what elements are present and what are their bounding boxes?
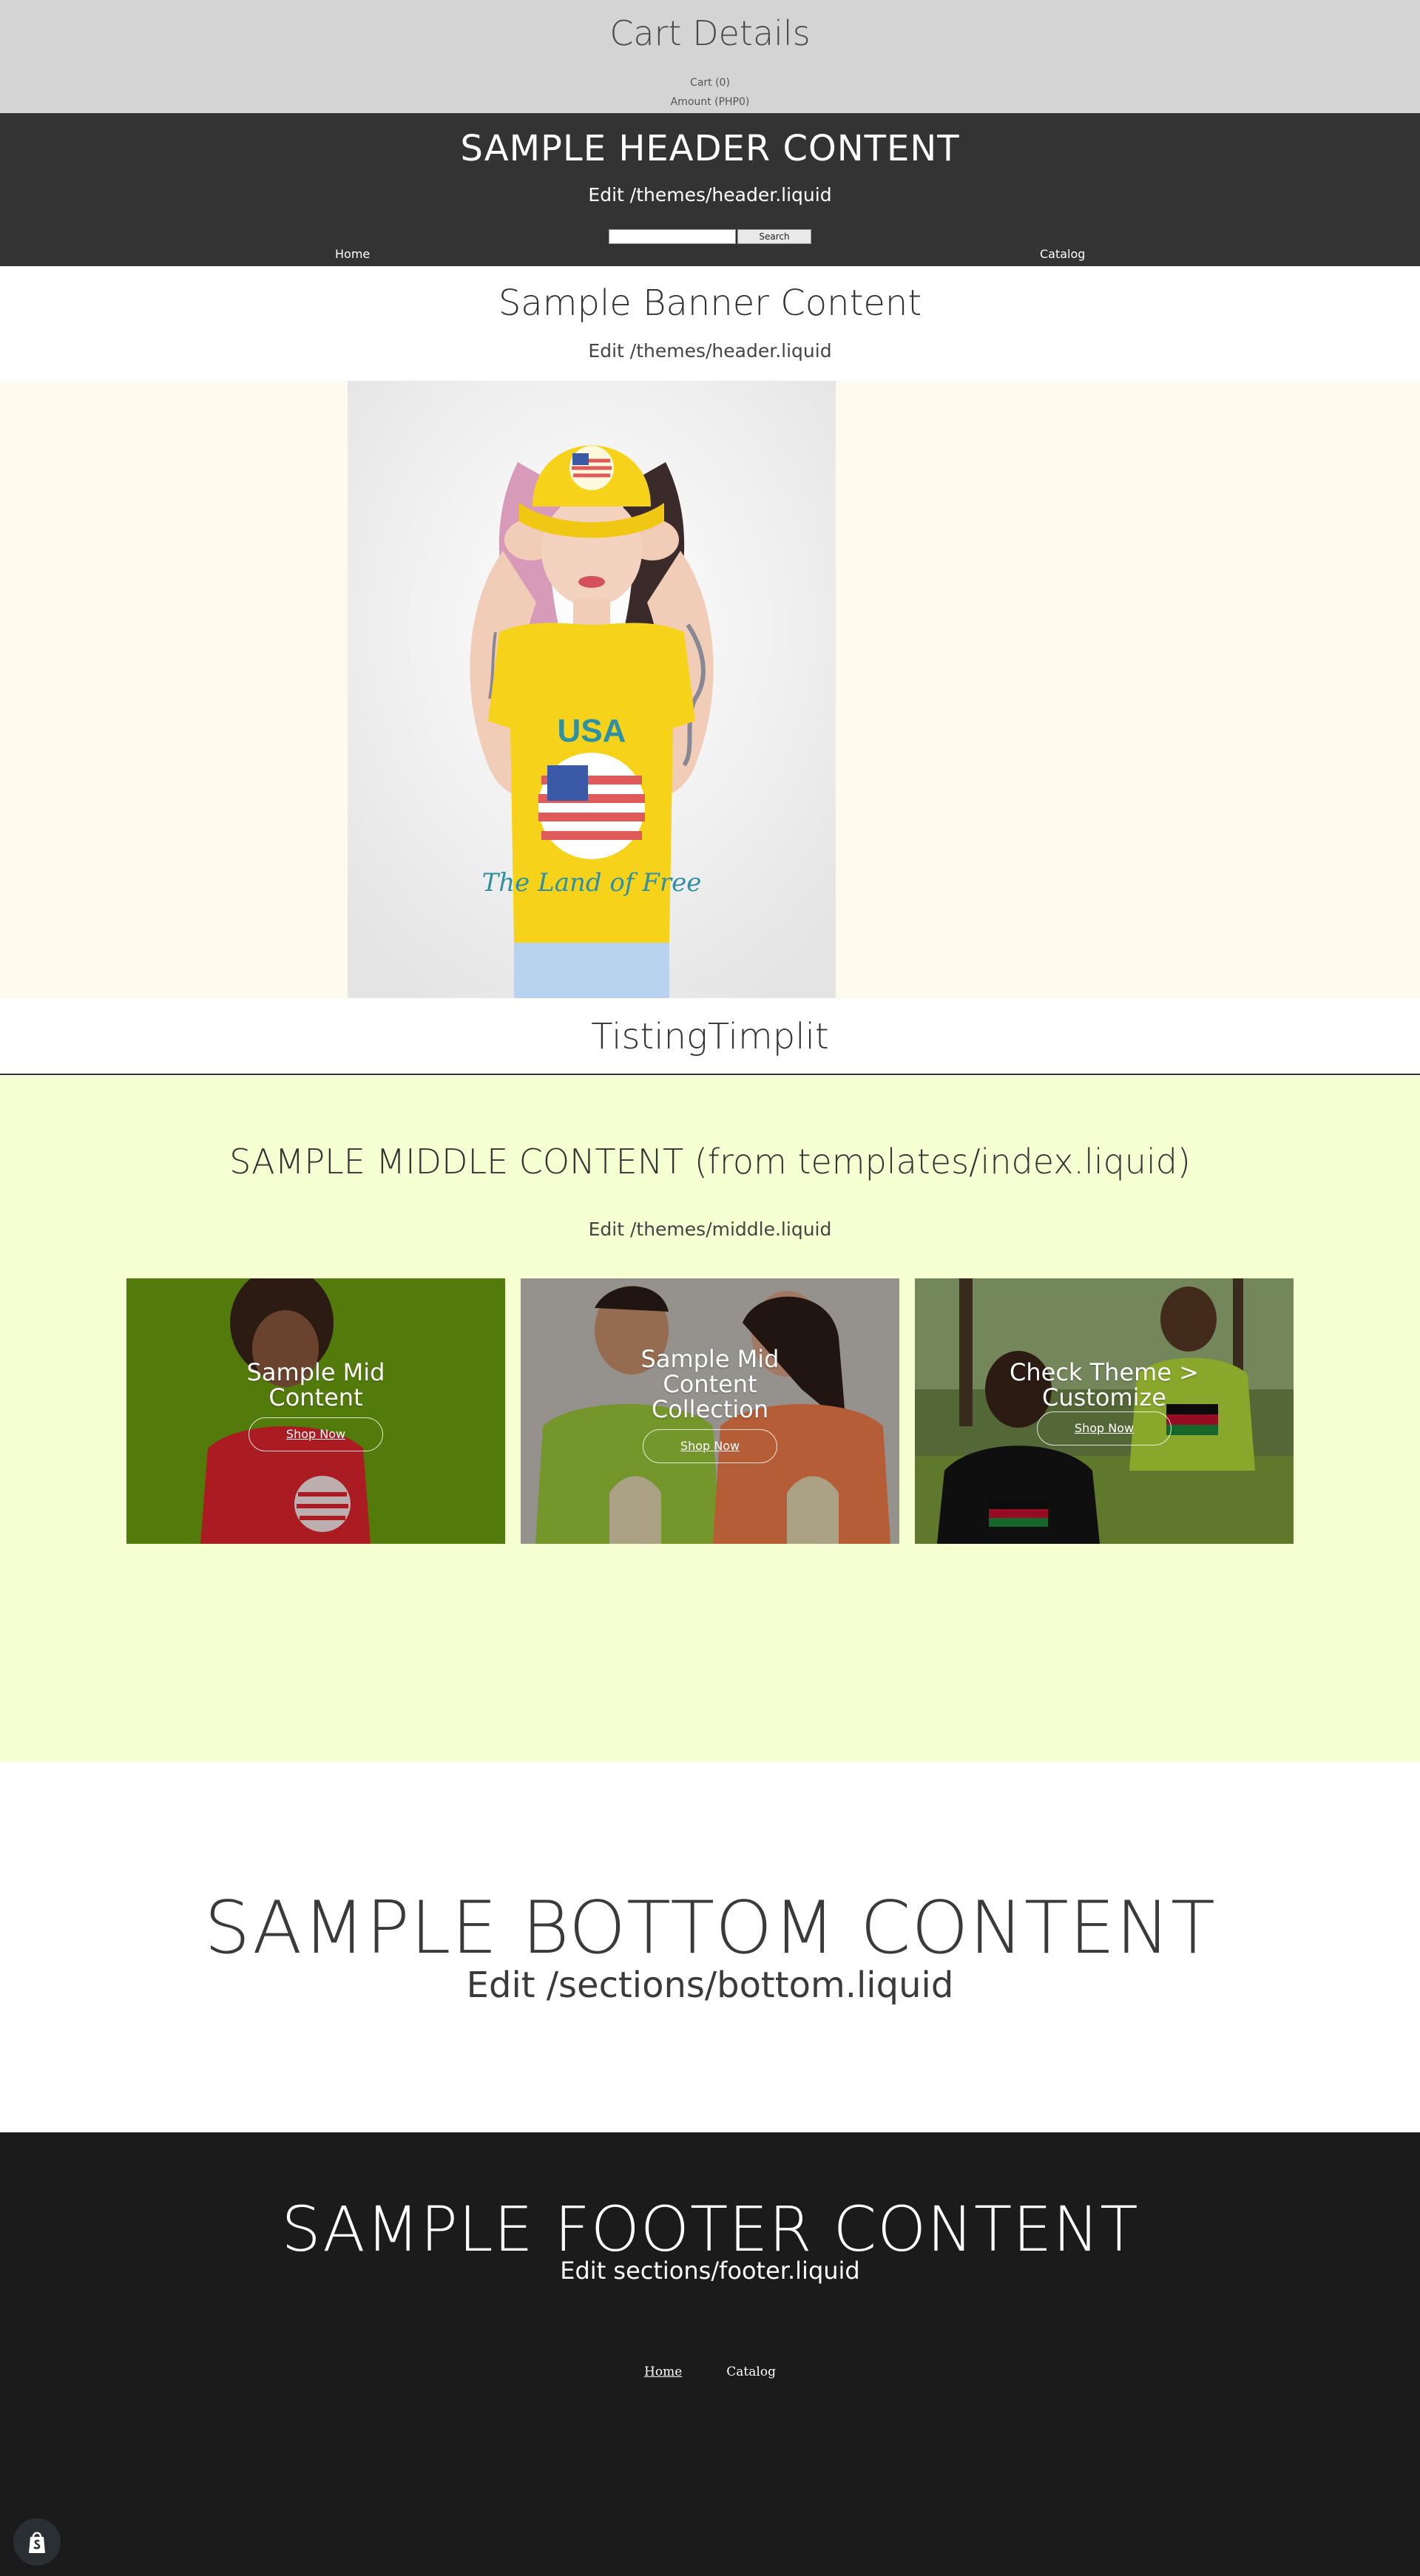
footer-home-link[interactable]: Home [644, 2365, 682, 2379]
middle-subtitle: Edit /themes/middle.liquid [588, 1218, 832, 1240]
card-3-title-line1: Check Theme > [1010, 1358, 1199, 1386]
middle-title: SAMPLE MIDDLE CONTENT (from templates/in… [229, 1142, 1191, 1182]
card-3-title: Check Theme > Customize [915, 1360, 1294, 1410]
card-2-title-line1: Sample Mid [640, 1345, 780, 1373]
cart-title: Cart Details [609, 13, 811, 53]
bottom-section: SAMPLE BOTTOM CONTENT Edit /sections/bot… [0, 1762, 1420, 2132]
svg-text:USA: USA [558, 713, 626, 749]
nav-catalog-link[interactable]: Catalog [1040, 247, 1085, 261]
card-2-shop-now-button[interactable]: Shop Now [643, 1429, 777, 1463]
footer-nav: Home Catalog [0, 2365, 1420, 2379]
card-3-shop-now-button[interactable]: Shop Now [1037, 1411, 1172, 1445]
collection-card-2[interactable]: Sample Mid Content Collection Shop Now [521, 1278, 899, 1544]
nav-home-link[interactable]: Home [335, 247, 370, 261]
search-input[interactable] [609, 229, 736, 244]
site-footer: SAMPLE FOOTER CONTENT Edit sections/foot… [0, 2132, 1420, 2576]
search-button[interactable]: Search [737, 229, 811, 244]
footer-catalog-link[interactable]: Catalog [726, 2365, 776, 2379]
footer-subtitle: Edit sections/footer.liquid [560, 2257, 860, 2285]
bottom-title: SAMPLE BOTTOM CONTENT [204, 1886, 1216, 1970]
bottom-subtitle: Edit /sections/bottom.liquid [466, 1965, 954, 2006]
footer-title: SAMPLE FOOTER CONTENT [281, 2193, 1139, 2265]
site-header: SAMPLE HEADER CONTENT Edit /themes/heade… [0, 113, 1420, 266]
card-2-title-line2: Content [663, 1370, 757, 1398]
card-2-title: Sample Mid Content Collection [521, 1346, 899, 1422]
card-1-title-line2: Content [268, 1383, 363, 1411]
banner-subtitle: Edit /themes/header.liquid [588, 340, 832, 362]
svg-text:The Land of Free: The Land of Free [482, 868, 702, 898]
cart-details-bar: Cart Details Cart (0) Amount (PHP0) [0, 0, 1420, 113]
hero-section: USA The Land of Free [0, 381, 1420, 998]
search-form: Search [0, 229, 1420, 244]
collection-card-1[interactable]: Sample Mid Content Shop Now [126, 1278, 505, 1544]
cart-amount: Amount (PHP0) [670, 96, 750, 108]
cart-count-link[interactable]: Cart (0) [0, 77, 1420, 89]
card-1-shop-now-button[interactable]: Shop Now [248, 1417, 383, 1451]
collection-card-3[interactable]: Check Theme > Customize Shop Now [915, 1278, 1294, 1544]
card-2-title-line3: Collection [651, 1395, 769, 1423]
card-1-title: Sample Mid Content [126, 1360, 505, 1410]
banner-title: Sample Banner Content [498, 282, 922, 324]
shopify-bag-icon [29, 2532, 45, 2553]
banner-section: Sample Banner Content Edit /themes/heade… [0, 266, 1420, 381]
card-1-title-line1: Sample Mid [246, 1358, 385, 1386]
product-title-section: TistingTimplit [0, 998, 1420, 1075]
header-title: SAMPLE HEADER CONTENT [460, 128, 960, 169]
model-illustration: USA The Land of Free [348, 381, 836, 998]
header-subtitle: Edit /themes/header.liquid [588, 184, 832, 206]
shopify-badge-button[interactable] [13, 2518, 61, 2566]
card-1-content: Sample Mid Content Shop Now [126, 1360, 505, 1451]
middle-section: SAMPLE MIDDLE CONTENT (from templates/in… [0, 1076, 1420, 1762]
hero-image: USA The Land of Free [348, 381, 836, 998]
card-3-title-line2: Customize [1042, 1383, 1166, 1411]
card-2-content: Sample Mid Content Collection Shop Now [521, 1346, 899, 1463]
product-title: TistingTimplit [591, 1016, 829, 1057]
card-3-content: Check Theme > Customize Shop Now [915, 1360, 1294, 1445]
